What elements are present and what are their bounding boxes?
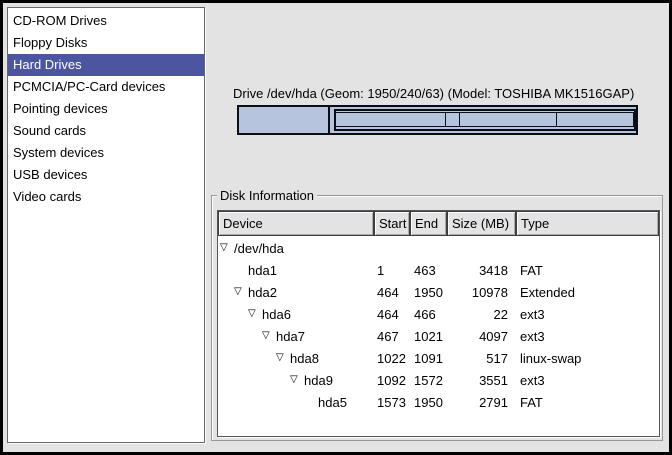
device-cell: ▽ hda2 <box>218 285 374 300</box>
start-cell: 1 <box>374 263 410 278</box>
hardware-browser-window: CD-ROM Drives Floppy Disks Hard Drives P… <box>0 0 672 455</box>
device-name: hda8 <box>290 351 319 366</box>
expander-icon[interactable]: ▽ <box>262 331 276 341</box>
size-cell: 4097 <box>447 329 516 344</box>
device-cell: hda1 <box>218 263 374 278</box>
table-row-hda5[interactable]: hda5 1573 1950 2791 FAT <box>218 391 659 413</box>
sidebar-item-pointing-devices[interactable]: Pointing devices <box>8 98 204 120</box>
partition-segment-hda8 <box>446 112 460 127</box>
sidebar-item-hard-drives[interactable]: Hard Drives <box>8 54 204 76</box>
size-cell: 3551 <box>447 373 516 388</box>
size-cell: 517 <box>447 351 516 366</box>
device-cell: ▽ hda8 <box>218 351 374 366</box>
device-name: hda5 <box>318 395 347 410</box>
type-cell: ext3 <box>516 329 659 344</box>
column-header-end[interactable]: End <box>410 211 447 236</box>
expander-icon[interactable]: ▽ <box>290 375 304 385</box>
partition-segment-hda1 <box>239 107 330 133</box>
device-name: /dev/hda <box>234 241 284 256</box>
sidebar-item-pcmcia-devices[interactable]: PCMCIA/PC-Card devices <box>8 76 204 98</box>
sidebar-item-floppy-disks[interactable]: Floppy Disks <box>8 32 204 54</box>
expander-icon[interactable]: ▽ <box>220 243 234 253</box>
end-cell: 463 <box>410 263 447 278</box>
partition-segment-hda9 <box>460 112 557 127</box>
end-cell: 466 <box>410 307 447 322</box>
disk-info-table-body: ▽ /dev/hda hda1 1 463 3418 <box>218 236 659 413</box>
device-name: hda2 <box>248 285 277 300</box>
device-name: hda7 <box>276 329 305 344</box>
size-cell: 2791 <box>447 395 516 410</box>
sidebar-item-sound-cards[interactable]: Sound cards <box>8 120 204 142</box>
size-cell: 10978 <box>447 285 516 300</box>
device-category-list: CD-ROM Drives Floppy Disks Hard Drives P… <box>7 7 205 443</box>
start-cell: 1573 <box>374 395 410 410</box>
expander-icon[interactable]: ▽ <box>276 353 290 363</box>
type-cell: linux-swap <box>516 351 659 366</box>
device-cell: hda5 <box>218 395 374 410</box>
start-cell: 1022 <box>374 351 410 366</box>
logical-partitions-strip <box>336 112 634 127</box>
type-cell: FAT <box>516 395 659 410</box>
device-name: hda6 <box>262 307 291 322</box>
device-cell: ▽ hda7 <box>218 329 374 344</box>
end-cell: 1950 <box>410 395 447 410</box>
disk-information-group: Disk Information Device Start End Size (… <box>211 195 663 441</box>
disk-info-table: Device Start End Size (MB) Type ▽ /dev/h… <box>217 210 660 437</box>
end-cell: 1021 <box>410 329 447 344</box>
start-cell: 464 <box>374 285 410 300</box>
disk-info-table-header: Device Start End Size (MB) Type <box>218 211 659 236</box>
table-row-hda9[interactable]: ▽ hda9 1092 1572 3551 ext3 <box>218 369 659 391</box>
end-cell: 1572 <box>410 373 447 388</box>
type-cell: Extended <box>516 285 659 300</box>
table-row-hda2[interactable]: ▽ hda2 464 1950 10978 Extended <box>218 281 659 303</box>
sidebar-item-cdrom-drives[interactable]: CD-ROM Drives <box>8 10 204 32</box>
drive-title: Drive /dev/hda (Geom: 1950/240/63) (Mode… <box>233 86 634 101</box>
table-row-hda1[interactable]: hda1 1 463 3418 FAT <box>218 259 659 281</box>
sidebar-item-video-cards[interactable]: Video cards <box>8 186 204 208</box>
type-cell: ext3 <box>516 373 659 388</box>
start-cell: 467 <box>374 329 410 344</box>
device-name: hda9 <box>304 373 333 388</box>
table-row-dev-hda[interactable]: ▽ /dev/hda <box>218 237 659 259</box>
column-header-size[interactable]: Size (MB) <box>447 211 516 236</box>
partition-segment-hda5 <box>557 112 634 127</box>
device-cell: ▽ /dev/hda <box>218 241 374 256</box>
sidebar-item-system-devices[interactable]: System devices <box>8 142 204 164</box>
table-row-hda8[interactable]: ▽ hda8 1022 1091 517 linux-swap <box>218 347 659 369</box>
type-cell: FAT <box>516 263 659 278</box>
drive-partition-bar <box>237 105 638 135</box>
table-row-hda6[interactable]: ▽ hda6 464 466 22 ext3 <box>218 303 659 325</box>
size-cell: 3418 <box>447 263 516 278</box>
column-header-type[interactable]: Type <box>516 211 659 236</box>
disk-information-label: Disk Information <box>217 188 317 203</box>
sidebar-item-usb-devices[interactable]: USB devices <box>8 164 204 186</box>
type-cell: ext3 <box>516 307 659 322</box>
expander-icon[interactable]: ▽ <box>248 309 262 319</box>
column-header-device[interactable]: Device <box>218 211 374 236</box>
device-cell: ▽ hda9 <box>218 373 374 388</box>
device-cell: ▽ hda6 <box>218 307 374 322</box>
start-cell: 464 <box>374 307 410 322</box>
start-cell: 1092 <box>374 373 410 388</box>
expander-icon[interactable]: ▽ <box>234 287 248 297</box>
end-cell: 1091 <box>410 351 447 366</box>
device-name: hda1 <box>248 263 277 278</box>
table-row-hda7[interactable]: ▽ hda7 467 1021 4097 ext3 <box>218 325 659 347</box>
partition-segment-hda7 <box>336 112 446 127</box>
size-cell: 22 <box>447 307 516 322</box>
partition-segment-hda2-extended <box>334 109 636 131</box>
column-header-start[interactable]: Start <box>374 211 410 236</box>
end-cell: 1950 <box>410 285 447 300</box>
